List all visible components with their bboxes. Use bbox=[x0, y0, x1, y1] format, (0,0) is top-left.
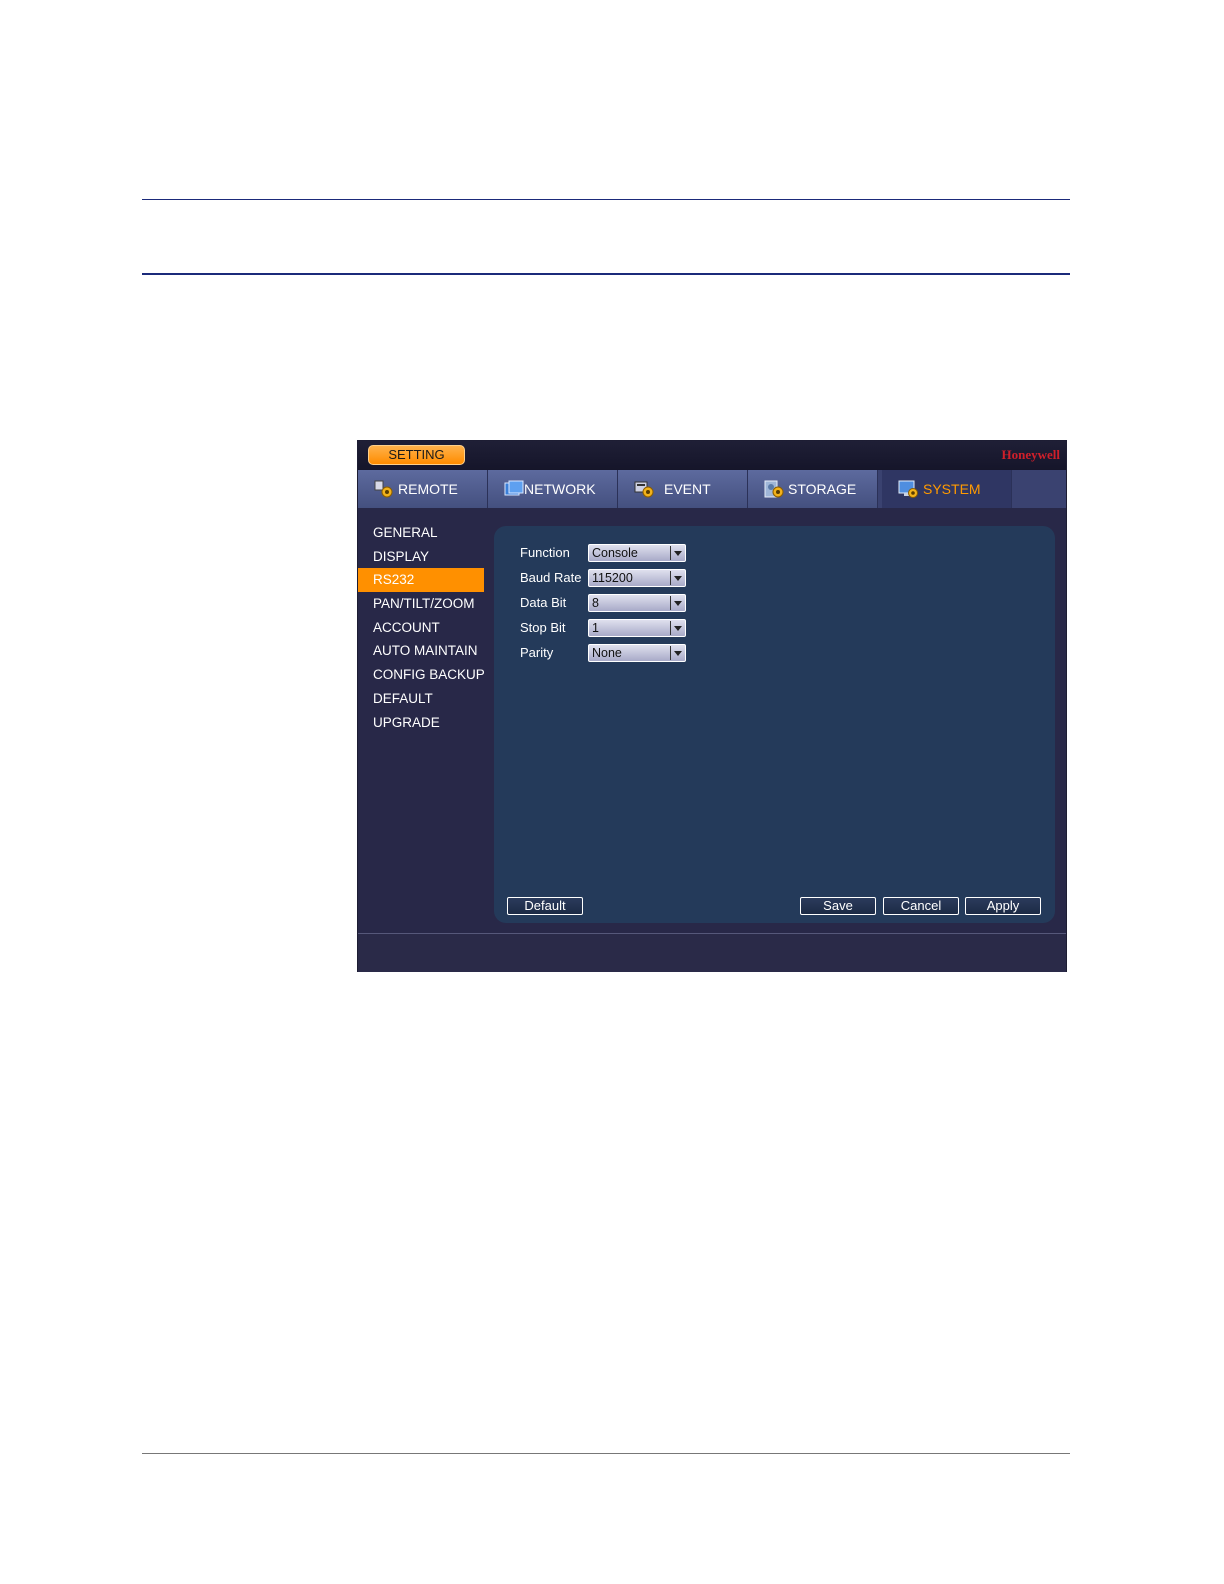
stop-bit-label: Stop Bit bbox=[520, 620, 566, 635]
sidebar-item-pan-tilt-zoom[interactable]: PAN/TILT/ZOOM bbox=[358, 592, 484, 616]
tab-system[interactable]: SYSTEM bbox=[882, 470, 1012, 508]
footer-rule bbox=[142, 1453, 1070, 1454]
tab-network-label: NETWORK bbox=[524, 481, 596, 497]
data-bit-value: 8 bbox=[592, 596, 599, 610]
baud-rate-select[interactable]: 115200 bbox=[588, 569, 686, 587]
sidebar-item-account[interactable]: ACCOUNT bbox=[358, 616, 484, 640]
chevron-down-icon bbox=[670, 546, 683, 560]
tab-network[interactable]: NETWORK bbox=[488, 470, 618, 508]
data-bit-select[interactable]: 8 bbox=[588, 594, 686, 612]
header-rule-top bbox=[142, 199, 1070, 200]
tab-system-label: SYSTEM bbox=[923, 481, 981, 497]
function-select[interactable]: Console bbox=[588, 544, 686, 562]
tab-storage-label: STORAGE bbox=[788, 481, 857, 497]
status-bar bbox=[358, 933, 1066, 972]
parity-select[interactable]: None bbox=[588, 644, 686, 662]
parity-label: Parity bbox=[520, 645, 554, 660]
chevron-down-icon bbox=[670, 646, 683, 660]
sidebar-item-default[interactable]: DEFAULT bbox=[358, 687, 484, 711]
sidebar-menu: GENERAL DISPLAY RS232 PAN/TILT/ZOOM ACCO… bbox=[358, 521, 485, 735]
title-bar: SETTING Honeywell bbox=[358, 441, 1066, 470]
rs232-settings-panel: Function Console Baud Rate 115200 Data B… bbox=[494, 526, 1055, 923]
apply-button[interactable]: Apply bbox=[965, 897, 1041, 915]
sidebar-item-general[interactable]: GENERAL bbox=[358, 521, 484, 545]
cancel-button[interactable]: Cancel bbox=[883, 897, 959, 915]
default-button[interactable]: Default bbox=[507, 897, 583, 915]
network-icon bbox=[504, 480, 524, 496]
sidebar-item-rs232[interactable]: RS232 bbox=[358, 568, 484, 593]
brand-logo: Honeywell bbox=[1001, 447, 1061, 462]
stop-bit-value: 1 bbox=[592, 621, 599, 635]
chevron-down-icon bbox=[670, 596, 683, 610]
system-icon bbox=[898, 480, 918, 498]
tab-event-label: EVENT bbox=[664, 481, 711, 497]
tab-remote-label: REMOTE bbox=[398, 481, 458, 497]
chevron-down-icon bbox=[670, 621, 683, 635]
save-button[interactable]: Save bbox=[800, 897, 876, 915]
parity-value: None bbox=[592, 646, 622, 660]
storage-icon bbox=[764, 480, 784, 498]
sidebar-item-display[interactable]: DISPLAY bbox=[358, 545, 484, 569]
baud-rate-label: Baud Rate bbox=[520, 570, 582, 585]
tab-event[interactable]: EVENT bbox=[618, 470, 748, 508]
tab-bar: REMOTE NETWORK EVENT STORAGE SYSTEM bbox=[358, 470, 1066, 508]
function-label: Function bbox=[520, 545, 570, 560]
baud-rate-value: 115200 bbox=[592, 571, 633, 585]
function-value: Console bbox=[592, 546, 638, 560]
tab-storage[interactable]: STORAGE bbox=[748, 470, 878, 508]
tab-remote[interactable]: REMOTE bbox=[358, 470, 488, 508]
sidebar-item-upgrade[interactable]: UPGRADE bbox=[358, 711, 484, 735]
remote-gear-icon bbox=[374, 480, 393, 498]
sidebar-item-auto-maintain[interactable]: AUTO MAINTAIN bbox=[358, 639, 484, 663]
sidebar-item-config-backup[interactable]: CONFIG BACKUP bbox=[358, 663, 485, 687]
event-icon bbox=[634, 481, 654, 498]
stop-bit-select[interactable]: 1 bbox=[588, 619, 686, 637]
data-bit-label: Data Bit bbox=[520, 595, 567, 610]
chevron-down-icon bbox=[670, 571, 683, 585]
header-rule-bottom bbox=[142, 273, 1070, 275]
dvr-settings-window: SETTING Honeywell REMOTE NETWORK EVENT S… bbox=[357, 440, 1067, 972]
setting-title-button[interactable]: SETTING bbox=[368, 445, 465, 465]
